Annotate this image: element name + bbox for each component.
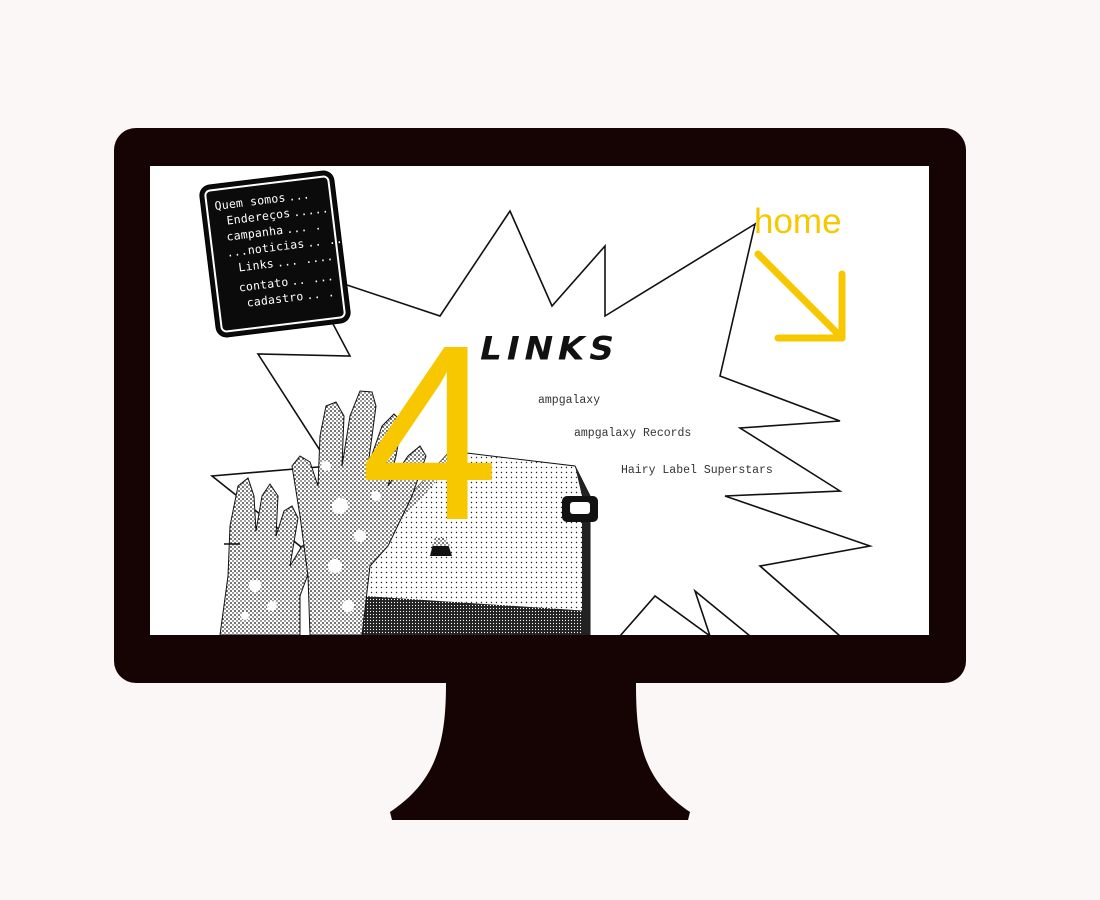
page-number: 4 [360, 293, 500, 572]
link-ampgalaxy[interactable]: ampgalaxy [538, 394, 600, 407]
arrow-down-right-icon[interactable] [750, 246, 850, 346]
menu-item-dots: ...... [292, 200, 337, 220]
link-ampgalaxy-records[interactable]: ampgalaxy Records [574, 427, 691, 440]
chalkboard-menu: Quem somos... Endereços...... campanha..… [199, 170, 351, 338]
menu-item-label: Links [237, 256, 275, 275]
nav-menu: Quem somos... Endereços...... campanha..… [203, 174, 345, 315]
monitor-mockup: 4 LINKS ampgalaxy ampgalaxy Records Hair… [0, 0, 1100, 900]
page-title: LINKS [475, 330, 623, 368]
menu-item-dots: .. .. [306, 231, 344, 250]
menu-item-dots: .. . [305, 285, 336, 303]
menu-item-dots: ... [287, 187, 311, 204]
link-hairy-label-superstars[interactable]: Hairy Label Superstars [621, 464, 773, 477]
home-link[interactable]: home [754, 202, 842, 242]
website-screen: 4 LINKS ampgalaxy ampgalaxy Records Hair… [150, 166, 929, 635]
